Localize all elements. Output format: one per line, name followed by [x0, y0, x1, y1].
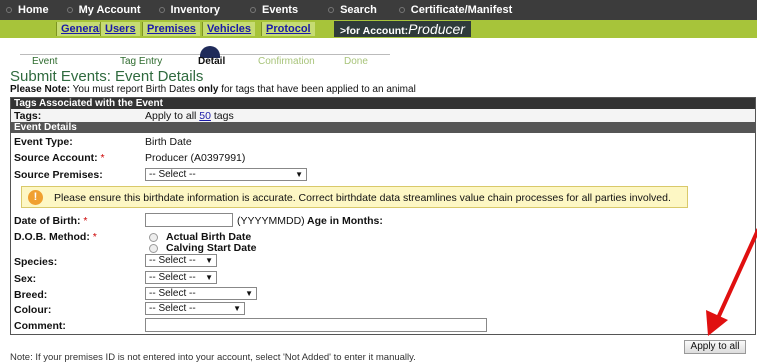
radio-calving-start-date[interactable]: Calving Start Date	[149, 242, 256, 254]
source-premises-row: Source Premises: -- Select -- ▼	[11, 167, 755, 183]
tags-row: Tags: Apply to all 50 tags	[11, 109, 755, 122]
dob-format-hint: (YYYYMMDD)	[237, 215, 305, 227]
sex-row: Sex: -- Select -- ▼	[11, 271, 755, 285]
dropdown-caret-icon: ▼	[245, 289, 253, 298]
step-confirmation: Confirmation	[258, 56, 315, 67]
page-note: Please Note: You must report Birth Dates…	[10, 84, 416, 95]
tags-section-header: Tags Associated with the Event	[11, 98, 755, 109]
details-section-header: Event Details	[11, 122, 755, 133]
radio-circle-icon	[149, 232, 158, 242]
comment-row: Comment:	[11, 318, 755, 333]
top-nav: Home My Account Inventory Events Search …	[0, 0, 757, 20]
event-type-label: Event Type:	[14, 136, 73, 148]
birthdate-alert: ! Please ensure this birthdate informati…	[21, 186, 688, 208]
dob-label: Date of Birth: *	[14, 215, 88, 227]
nav-my-account[interactable]: My Account	[66, 4, 141, 16]
species-label: Species:	[14, 256, 58, 268]
step-tag-entry: Tag Entry	[120, 56, 163, 67]
colour-select[interactable]: -- Select -- ▼	[145, 302, 245, 315]
dropdown-caret-icon: ▼	[233, 304, 241, 313]
dropdown-caret-icon: ▼	[205, 273, 213, 282]
step-event: Event	[32, 56, 58, 67]
nav-search[interactable]: Search	[328, 4, 377, 16]
bullet-icon	[250, 7, 257, 13]
apply-to-all-button[interactable]: Apply to all	[684, 340, 746, 354]
bullet-icon	[6, 7, 12, 13]
event-type-row: Event Type: Birth Date	[11, 136, 755, 150]
bullet-icon	[66, 7, 73, 13]
dob-method-label: D.O.B. Method: *	[14, 231, 97, 243]
source-account-row: Source Account: * Producer (A0397991)	[11, 152, 755, 166]
source-premises-label: Source Premises:	[14, 169, 103, 181]
bullet-icon	[398, 7, 405, 13]
exclamation-icon: !	[28, 190, 43, 205]
dob-input[interactable]	[145, 213, 233, 227]
account-name: Producer	[408, 21, 465, 37]
annotation-arrow-icon	[706, 228, 757, 336]
source-premises-select[interactable]: -- Select -- ▼	[145, 168, 307, 181]
comment-label: Comment:	[14, 320, 66, 332]
tab-users[interactable]: Users	[100, 22, 140, 36]
step-detail: Detail	[198, 56, 226, 67]
dropdown-caret-icon: ▼	[295, 170, 303, 179]
colour-label: Colour:	[14, 304, 52, 316]
nav-events[interactable]: Events	[250, 4, 298, 16]
account-indicator: >for Account:Producer	[334, 21, 471, 37]
source-account-label: Source Account: *	[14, 152, 105, 164]
nav-home[interactable]: Home	[6, 4, 49, 16]
colour-row: Colour: -- Select -- ▼	[11, 302, 755, 316]
species-row: Species: -- Select -- ▼	[11, 254, 755, 268]
tags-value: Apply to all 50 tags	[145, 110, 234, 122]
event-details-panel: Tags Associated with the Event Tags: App…	[10, 97, 756, 335]
dob-row: Date of Birth: * (YYYYMMDD) Age in Month…	[11, 213, 755, 229]
page-title: Submit Events: Event Details	[10, 68, 204, 85]
tags-count-link[interactable]: 50	[199, 110, 211, 122]
tab-vehicles[interactable]: Vehicles	[202, 22, 256, 36]
tab-protocol[interactable]: Protocol	[261, 22, 315, 36]
required-mark: *	[100, 152, 105, 164]
dropdown-caret-icon: ▼	[205, 256, 213, 265]
bullet-icon	[328, 7, 335, 13]
alert-message: Please ensure this birthdate information…	[54, 192, 671, 204]
nav-inventory[interactable]: Inventory	[158, 4, 220, 16]
event-type-value: Birth Date	[145, 136, 192, 148]
bullet-icon	[158, 7, 165, 13]
step-progress: Event Tag Entry Detail Confirmation Done	[20, 46, 390, 67]
account-prefix: >for Account:	[340, 25, 409, 37]
species-select[interactable]: -- Select -- ▼	[145, 254, 217, 267]
sex-select[interactable]: -- Select -- ▼	[145, 271, 217, 284]
breed-select[interactable]: -- Select -- ▼	[145, 287, 257, 300]
source-account-value: Producer (A0397991)	[145, 152, 246, 164]
nav-certificate-manifest[interactable]: Certificate/Manifest	[398, 4, 512, 16]
sub-nav: General Users Premises Vehicles Protocol…	[0, 20, 757, 38]
radio-circle-icon	[149, 243, 158, 253]
sex-label: Sex:	[14, 273, 37, 285]
tags-label: Tags:	[14, 110, 42, 122]
age-in-months-label: Age in Months:	[307, 215, 383, 227]
breed-row: Breed: -- Select -- ▼	[11, 287, 755, 301]
tab-general[interactable]: General	[56, 22, 106, 36]
breed-label: Breed:	[14, 289, 48, 301]
comment-input[interactable]	[145, 318, 487, 332]
tab-premises[interactable]: Premises	[142, 22, 200, 36]
premises-footnote: Note: If your premises ID is not entered…	[10, 352, 416, 363]
step-done: Done	[344, 56, 368, 67]
